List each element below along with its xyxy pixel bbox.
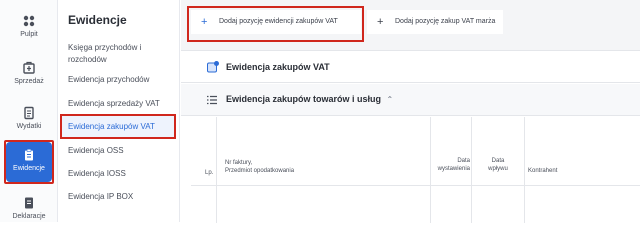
section-title: Ewidencja zakupów towarów i usług ⌃ bbox=[226, 94, 393, 104]
rail-label: Sprzedaż bbox=[14, 78, 44, 85]
column-divider bbox=[216, 117, 217, 223]
header-contractor: Kontrahent bbox=[528, 168, 558, 174]
header-invoice: Nr faktury, Przedmiot opodatkowania bbox=[225, 160, 295, 174]
column-divider bbox=[471, 117, 472, 223]
purchases-panel: Ewidencja zakupów VAT Ewidencja zakupów … bbox=[181, 50, 640, 223]
toolbar-highlight-box bbox=[187, 6, 364, 42]
list-icon bbox=[207, 95, 217, 105]
header-lp: Lp. bbox=[205, 170, 214, 176]
sales-icon bbox=[23, 61, 35, 74]
column-divider bbox=[430, 117, 431, 223]
add-vat-margin-button[interactable]: + Dodaj pozycję zakup VAT marża bbox=[367, 10, 503, 34]
subnav-title: Ewidencje bbox=[68, 13, 127, 27]
grid-icon bbox=[23, 15, 35, 27]
panel-title: Ewidencja zakupów VAT bbox=[226, 62, 330, 72]
subnav-highlight-box bbox=[60, 114, 176, 139]
column-divider bbox=[524, 117, 525, 223]
rail-item-sprzedaz[interactable]: Sprzedaż bbox=[0, 61, 58, 85]
section-title-text: Ewidencja zakupów towarów i usług bbox=[226, 94, 382, 104]
panel-header: Ewidencja zakupów VAT bbox=[181, 51, 640, 83]
rail-label: Wydatki bbox=[16, 123, 42, 130]
rail-label: Deklaracje bbox=[12, 213, 46, 220]
button-label: Dodaj pozycję zakup VAT marża bbox=[395, 18, 496, 25]
plus-icon: + bbox=[377, 16, 384, 28]
subnav-panel: Ewidencje Księga przychodów i rozchodów … bbox=[58, 0, 180, 222]
icon-rail: Pulpit Sprzedaż Wydatki Ewidencje Deklar… bbox=[0, 0, 58, 222]
register-icon bbox=[207, 61, 219, 73]
rail-item-wydatki[interactable]: Wydatki bbox=[0, 106, 58, 130]
declarations-icon bbox=[25, 197, 33, 209]
rail-label: Pulpit bbox=[20, 31, 38, 38]
subnav-item-oss[interactable]: Ewidencja OSS bbox=[68, 145, 176, 157]
chevron-up-icon[interactable]: ⌃ bbox=[387, 95, 394, 104]
header-divider bbox=[191, 185, 640, 186]
header-receipt-date: Data wpływu bbox=[488, 158, 508, 172]
subnav-item-przychody[interactable]: Ewidencja przychodów bbox=[68, 74, 176, 86]
subnav-item-ksiega[interactable]: Księga przychodów i rozchodów bbox=[68, 42, 176, 66]
rail-item-deklaracje[interactable]: Deklaracje bbox=[0, 196, 58, 220]
subnav-item-sprzedaz-vat[interactable]: Ewidencja sprzedaży VAT bbox=[68, 98, 176, 110]
subnav-item-ipbox[interactable]: Ewidencja IP BOX bbox=[68, 191, 176, 203]
toolbar: + Dodaj pozycję ewidencji zakupów VAT + … bbox=[181, 0, 640, 46]
rail-item-pulpit[interactable]: Pulpit bbox=[0, 14, 58, 38]
app-window: Pulpit Sprzedaż Wydatki Ewidencje Deklar… bbox=[0, 0, 640, 223]
expenses-icon bbox=[24, 106, 34, 120]
header-issue-date: Data wystawienia bbox=[437, 158, 470, 172]
main-content: + Dodaj pozycję ewidencji zakupów VAT + … bbox=[181, 0, 640, 223]
section-header[interactable]: Ewidencja zakupów towarów i usług ⌃ bbox=[181, 84, 640, 116]
subnav-item-ioss[interactable]: Ewidencja IOSS bbox=[68, 168, 176, 180]
purchases-table: Lp. Nr faktury, Przedmiot opodatkowania … bbox=[191, 117, 640, 223]
rail-highlight-box bbox=[4, 140, 54, 184]
